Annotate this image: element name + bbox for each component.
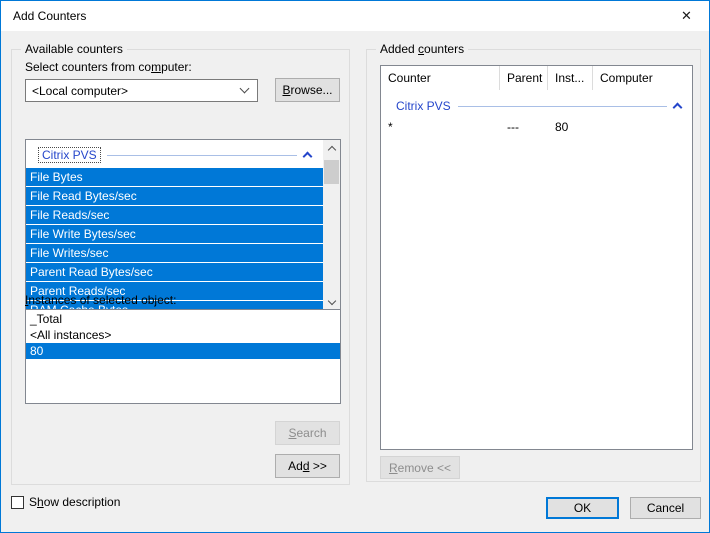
- column-header-counter[interactable]: Counter: [381, 66, 500, 90]
- browse-button[interactable]: Browse...: [275, 78, 340, 102]
- ok-button[interactable]: OK: [546, 497, 619, 519]
- remove-button: Remove <<: [380, 456, 460, 479]
- instances-label-post: nstances of selected object:: [28, 293, 176, 307]
- add-button-key: d: [303, 459, 310, 473]
- added-cell-parent: ---: [500, 120, 548, 134]
- select-computer-label-post: puter:: [161, 60, 192, 74]
- chevron-down-icon: [240, 83, 250, 93]
- added-counter-row[interactable]: *---80: [381, 117, 692, 137]
- counter-group-name[interactable]: Citrix PVS: [39, 148, 100, 162]
- show-description-row: Show description: [11, 495, 120, 509]
- counter-group-line: [107, 155, 297, 156]
- add-button-pre: Ad: [288, 459, 303, 473]
- close-icon[interactable]: ✕: [664, 1, 709, 30]
- show-description-key: h: [37, 495, 44, 509]
- instance-row[interactable]: <All instances>: [26, 327, 340, 343]
- counters-rows: Citrix PVS File BytesFile Read Bytes/sec…: [26, 140, 323, 310]
- added-group-name[interactable]: Citrix PVS: [396, 99, 451, 113]
- computer-combobox-value: <Local computer>: [32, 84, 128, 98]
- show-description-label: Show description: [29, 495, 120, 509]
- column-header-computer[interactable]: Computer: [593, 66, 692, 90]
- available-counters-group-label: Available counters: [21, 42, 127, 56]
- browse-button-key: B: [282, 83, 290, 97]
- collapse-chevron-icon[interactable]: [303, 152, 313, 162]
- column-header-parent[interactable]: Parent: [500, 66, 548, 90]
- added-cell-inst: 80: [548, 120, 593, 134]
- remove-button-key: R: [389, 461, 398, 475]
- counters-scrollbar[interactable]: [323, 140, 340, 310]
- search-button-post: earch: [296, 426, 326, 440]
- added-counters-group-label: Added counters: [376, 42, 468, 56]
- instances-list: _Total<All instances>80: [25, 309, 341, 404]
- instances-label: Instances of selected object:: [25, 293, 176, 307]
- instance-row[interactable]: _Total: [26, 311, 340, 327]
- counters-list: Citrix PVS File BytesFile Read Bytes/sec…: [25, 139, 341, 311]
- counter-row[interactable]: File Bytes: [26, 168, 323, 186]
- collapse-chevron-icon[interactable]: [673, 103, 683, 113]
- scroll-down-icon[interactable]: [323, 293, 340, 310]
- computer-combobox[interactable]: <Local computer>: [25, 79, 258, 102]
- remove-button-post: emove <<: [398, 461, 451, 475]
- show-description-pre: S: [29, 495, 37, 509]
- added-cell-counter: *: [381, 120, 500, 134]
- instance-row[interactable]: 80: [26, 343, 340, 359]
- added-group-row[interactable]: Citrix PVS: [381, 95, 692, 117]
- added-group-line: [458, 106, 667, 107]
- browse-button-post: rowse...: [291, 83, 333, 97]
- counter-row[interactable]: File Reads/sec: [26, 206, 323, 224]
- search-button: Search: [275, 421, 340, 445]
- scrollbar-thumb[interactable]: [324, 160, 339, 184]
- added-label-pre: Added: [380, 42, 418, 56]
- add-button[interactable]: Add >>: [275, 454, 340, 478]
- counter-group-header[interactable]: Citrix PVS: [26, 142, 323, 168]
- added-table-rows: *---80: [381, 117, 692, 137]
- added-counters-group: Added counters Counter Parent Inst... Co…: [366, 49, 701, 482]
- counter-row[interactable]: Parent Read Bytes/sec: [26, 263, 323, 281]
- counter-row[interactable]: File Write Bytes/sec: [26, 225, 323, 243]
- dialog-title: Add Counters: [13, 9, 86, 23]
- counter-row[interactable]: File Read Bytes/sec: [26, 187, 323, 205]
- add-button-post: >>: [310, 459, 327, 473]
- cancel-button[interactable]: Cancel: [630, 497, 701, 519]
- show-description-checkbox[interactable]: [11, 496, 24, 509]
- scroll-up-icon[interactable]: [323, 140, 340, 157]
- title-bar: Add Counters: [1, 1, 709, 31]
- add-counters-dialog: Add Counters ✕ Available counters Select…: [0, 0, 710, 533]
- select-computer-label-key: m: [151, 60, 161, 74]
- added-counters-table: Counter Parent Inst... Computer Citrix P…: [380, 65, 693, 450]
- added-label-post: ounters: [424, 42, 464, 56]
- column-header-instance[interactable]: Inst...: [548, 66, 593, 90]
- select-computer-label-pre: Select counters from co: [25, 60, 151, 74]
- select-computer-label: Select counters from computer:: [25, 60, 192, 74]
- available-counters-group: Available counters Select counters from …: [11, 49, 350, 485]
- counter-row[interactable]: File Writes/sec: [26, 244, 323, 262]
- table-header: Counter Parent Inst... Computer: [381, 66, 692, 90]
- show-description-post: ow description: [44, 495, 121, 509]
